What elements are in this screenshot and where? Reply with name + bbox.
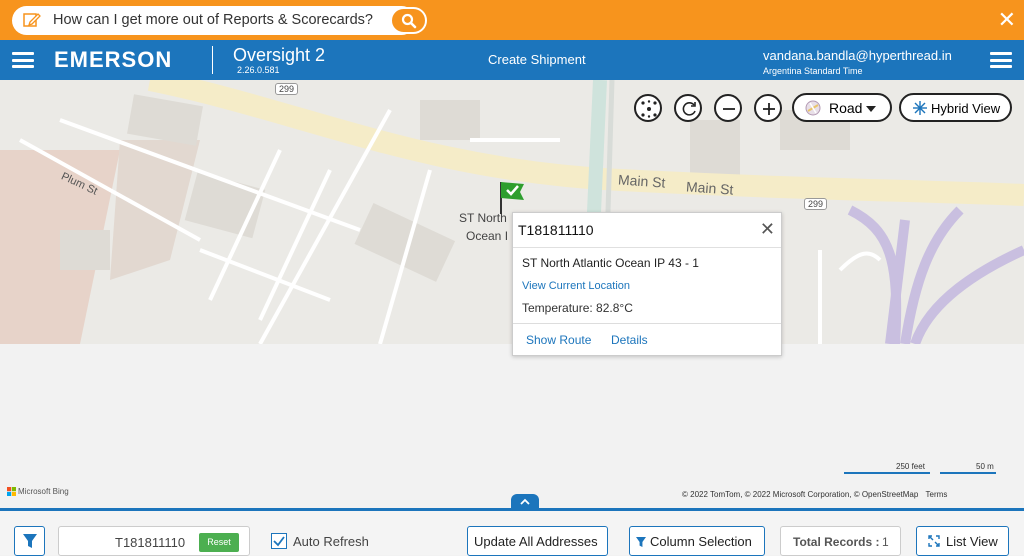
pin-label: Ocean I — [466, 229, 509, 243]
popup-divider — [513, 323, 781, 324]
search-icon — [401, 13, 417, 29]
caret-down-icon — [866, 106, 876, 112]
rotate-icon — [682, 102, 696, 116]
street-label: Main St — [685, 178, 734, 198]
list-view-button[interactable]: List View — [916, 526, 1009, 556]
shipment-search-input[interactable]: T181811110 Reset — [58, 526, 250, 556]
scale-feet: 250 feet — [896, 462, 925, 471]
help-question-pill[interactable]: How can I get more out of Reports & Scor… — [12, 6, 427, 35]
close-icon[interactable]: ✕ — [998, 9, 1016, 31]
microsoft-logo-icon — [7, 487, 16, 497]
minus-icon — [723, 108, 735, 110]
update-all-addresses-label: Update All Addresses — [474, 534, 598, 549]
street-label: Main St — [617, 171, 666, 191]
zoom-in-button[interactable] — [754, 94, 782, 122]
shipment-popup: T181811110 ✕ ST North Atlantic Ocean IP … — [512, 212, 782, 356]
route-shield: 299 — [275, 83, 299, 95]
create-shipment-link[interactable]: Create Shipment — [488, 52, 586, 67]
help-question-text: How can I get more out of Reports & Scor… — [53, 12, 373, 28]
hybrid-view-label: Hybrid View — [931, 101, 1001, 116]
map-copyright: © 2022 TomTom, © 2022 Microsoft Corporat… — [682, 490, 947, 499]
help-search-button[interactable] — [390, 7, 427, 34]
search-value: T181811110 — [115, 535, 186, 550]
edit-icon — [23, 13, 41, 27]
show-route-link[interactable]: Show Route — [526, 333, 591, 347]
map-style-dropdown[interactable]: Road — [792, 93, 892, 122]
filter-icon — [636, 537, 646, 547]
menu-icon[interactable] — [12, 52, 34, 68]
rotate-control[interactable] — [674, 94, 702, 122]
auto-refresh-checkbox[interactable] — [271, 533, 287, 549]
user-email[interactable]: vandana.bandla@hyperthread.in — [763, 48, 952, 63]
cluster-icon — [641, 100, 657, 118]
column-selection-label: Column Selection — [650, 534, 752, 549]
map-style-label: Road — [829, 100, 863, 116]
scale-bar — [844, 472, 930, 474]
app-version: 2.26.0.581 — [237, 65, 280, 75]
view-current-location-link[interactable]: View Current Location — [522, 280, 630, 292]
column-selection-button[interactable]: Column Selection — [629, 526, 765, 556]
scale-bar — [940, 472, 996, 474]
user-timezone: Argentina Standard Time — [763, 66, 863, 76]
popup-temperature: Temperature: 82.8°C — [522, 301, 633, 315]
emerson-logo: EMERSON — [54, 47, 173, 72]
total-records-label: Total Records : — [793, 535, 880, 549]
chevron-up-icon — [520, 498, 530, 505]
route-shield: 299 — [804, 198, 828, 210]
map-empty-area — [0, 344, 1024, 508]
update-all-addresses-button[interactable]: Update All Addresses — [467, 526, 608, 556]
list-view-label: List View — [946, 534, 998, 549]
popup-divider — [513, 247, 781, 248]
help-bar: How can I get more out of Reports & Scor… — [0, 0, 1024, 40]
popup-title: T181811110 — [518, 222, 594, 238]
hybrid-icon — [913, 101, 927, 115]
details-link[interactable]: Details — [611, 333, 648, 347]
bottom-toolbar: T181811110 Reset Auto Refresh Update All… — [0, 508, 1024, 556]
user-menu-icon[interactable] — [990, 52, 1012, 68]
shipment-flag-icon[interactable] — [498, 180, 526, 214]
total-records: Total Records : 1 — [780, 526, 901, 556]
bing-label: Microsoft Bing — [18, 487, 69, 496]
app-name: Oversight 2 — [233, 45, 326, 65]
road-map-icon — [805, 100, 821, 116]
copyright-text: © 2022 TomTom, © 2022 Microsoft Corporat… — [682, 490, 919, 499]
cluster-control[interactable] — [634, 94, 662, 122]
plus-icon — [763, 103, 775, 115]
zoom-out-button[interactable] — [714, 94, 742, 122]
check-icon — [273, 536, 285, 547]
total-records-value: 1 — [882, 535, 889, 549]
filter-button[interactable] — [14, 526, 45, 556]
app-header: EMERSON Oversight 2 2.26.0.581 Create Sh… — [0, 40, 1024, 80]
terms-link[interactable]: Terms — [926, 490, 948, 499]
scale-meters: 50 m — [976, 462, 994, 471]
close-icon[interactable]: ✕ — [760, 219, 775, 240]
brand-divider — [212, 46, 213, 74]
auto-refresh-label: Auto Refresh — [293, 534, 369, 549]
reset-button[interactable]: Reset — [199, 533, 239, 552]
microsoft-bing-logo: Microsoft Bing — [7, 487, 69, 497]
expand-icon — [928, 535, 940, 547]
popup-shipment-name: ST North Atlantic Ocean IP 43 - 1 — [522, 256, 699, 270]
filter-icon — [23, 534, 37, 548]
hybrid-view-button[interactable]: Hybrid View — [899, 93, 1012, 122]
